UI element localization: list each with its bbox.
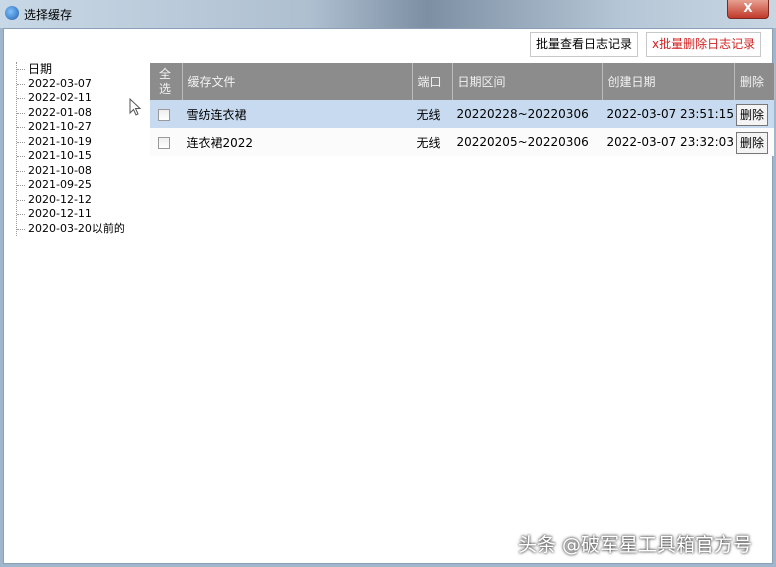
cell-range: 20220205~20220306 — [452, 128, 602, 156]
cell-created: 2022-03-07 23:32:03 — [602, 128, 735, 156]
header-port: 端口 — [412, 63, 453, 100]
select-all-header[interactable]: 全选 — [150, 63, 183, 100]
cell-port: 无线 — [412, 128, 452, 156]
header-range: 日期区间 — [452, 63, 603, 100]
cell-port: 无线 — [412, 100, 452, 128]
window-title: 选择缓存 — [24, 8, 73, 22]
tree-item[interactable]: 2021-10-08 — [17, 164, 125, 179]
tree-item[interactable]: 2022-03-07 — [17, 77, 125, 92]
app-search-icon — [5, 6, 19, 20]
tree-item[interactable]: 2021-09-25 — [17, 178, 125, 193]
tree-item[interactable]: 2020-12-11 — [17, 207, 125, 222]
header-created: 创建日期 — [602, 63, 735, 100]
tree-item[interactable]: 2020-12-12 — [17, 193, 125, 208]
close-button[interactable]: X — [727, 0, 769, 19]
batch-view-button[interactable]: 批量查看日志记录 — [530, 32, 639, 57]
title-bar: 选择缓存 X — [0, 0, 776, 28]
delete-row-button[interactable]: 删除 — [735, 103, 768, 126]
tree-item[interactable]: 2022-02-11 — [17, 91, 125, 106]
table-row[interactable]: 雪纺连衣裙 无线 20220228~20220306 2022-03-07 23… — [150, 100, 775, 128]
table-row[interactable]: 连衣裙2022 无线 20220205~20220306 2022-03-07 … — [150, 128, 775, 156]
cell-created: 2022-03-07 23:51:15 — [602, 100, 735, 128]
tree-item[interactable]: 2021-10-27 — [17, 120, 125, 135]
table-header: 全选 缓存文件 端口 日期区间 创建日期 删除 — [150, 63, 775, 100]
cache-table: 全选 缓存文件 端口 日期区间 创建日期 删除 雪纺连衣裙 无线 2022022… — [150, 63, 775, 156]
cell-file: 雪纺连衣裙 — [182, 100, 412, 128]
tree-item[interactable]: 2022-01-08 — [17, 106, 125, 121]
mouse-cursor-icon — [129, 98, 142, 116]
date-tree: 日期 2022-03-07 2022-02-11 2022-01-08 2021… — [16, 62, 125, 236]
header-file: 缓存文件 — [182, 63, 413, 100]
tree-item[interactable]: 2020-03-20以前的 — [17, 222, 125, 237]
row-checkbox[interactable] — [158, 136, 170, 149]
header-delete: 删除 — [734, 63, 775, 100]
tree-item[interactable]: 2021-10-19 — [17, 135, 125, 150]
cell-file: 连衣裙2022 — [182, 128, 412, 156]
watermark: 头条 @破军星工具箱官方号 — [518, 534, 753, 556]
tree-item[interactable]: 2021-10-15 — [17, 149, 125, 164]
batch-delete-button[interactable]: x批量删除日志记录 — [646, 32, 762, 57]
cell-range: 20220228~20220306 — [452, 100, 602, 128]
delete-row-button[interactable]: 删除 — [735, 131, 768, 154]
tree-root[interactable]: 日期 — [17, 62, 125, 77]
row-checkbox[interactable] — [158, 108, 170, 121]
